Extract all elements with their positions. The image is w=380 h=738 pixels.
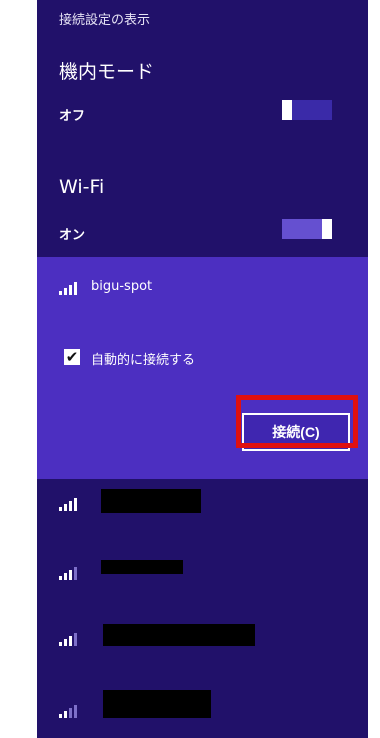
wifi-state: オン <box>59 228 86 243</box>
wifi-signal-icon <box>59 630 81 646</box>
redacted-network-name <box>103 624 255 646</box>
connect-button[interactable]: 接続(C) <box>242 413 350 451</box>
network-item[interactable] <box>37 690 368 724</box>
wifi-signal-icon <box>59 702 81 718</box>
toggle-thumb <box>322 219 332 239</box>
wifi-title: Wi-Fi <box>59 176 105 198</box>
network-item[interactable] <box>37 556 368 590</box>
airplane-mode-state: オフ <box>59 109 86 124</box>
redacted-network-name <box>103 690 211 718</box>
wifi-toggle[interactable] <box>282 219 332 239</box>
wifi-signal-icon <box>59 279 81 295</box>
toggle-fill <box>282 219 322 239</box>
wifi-signal-icon <box>59 495 81 511</box>
airplane-mode-title: 機内モード <box>59 61 155 83</box>
toggle-thumb <box>282 100 292 120</box>
auto-connect-checkbox[interactable]: ✔ <box>64 349 80 365</box>
network-item[interactable] <box>37 622 368 656</box>
network-name: bigu-spot <box>91 279 153 294</box>
wifi-signal-icon <box>59 564 81 580</box>
redacted-network-name <box>101 489 201 513</box>
network-item[interactable] <box>37 487 368 521</box>
airplane-mode-toggle[interactable] <box>282 100 332 120</box>
auto-connect-label: 自動的に接続する <box>91 353 196 368</box>
redacted-network-name <box>101 560 183 574</box>
selected-network-item[interactable]: bigu-spot ✔ 自動的に接続する 接続(C) <box>37 257 368 479</box>
network-panel: 接続設定の表示 機内モード オフ Wi-Fi オン bigu-spot ✔ 自動… <box>37 0 368 738</box>
view-connection-settings-link[interactable]: 接続設定の表示 <box>59 9 150 28</box>
